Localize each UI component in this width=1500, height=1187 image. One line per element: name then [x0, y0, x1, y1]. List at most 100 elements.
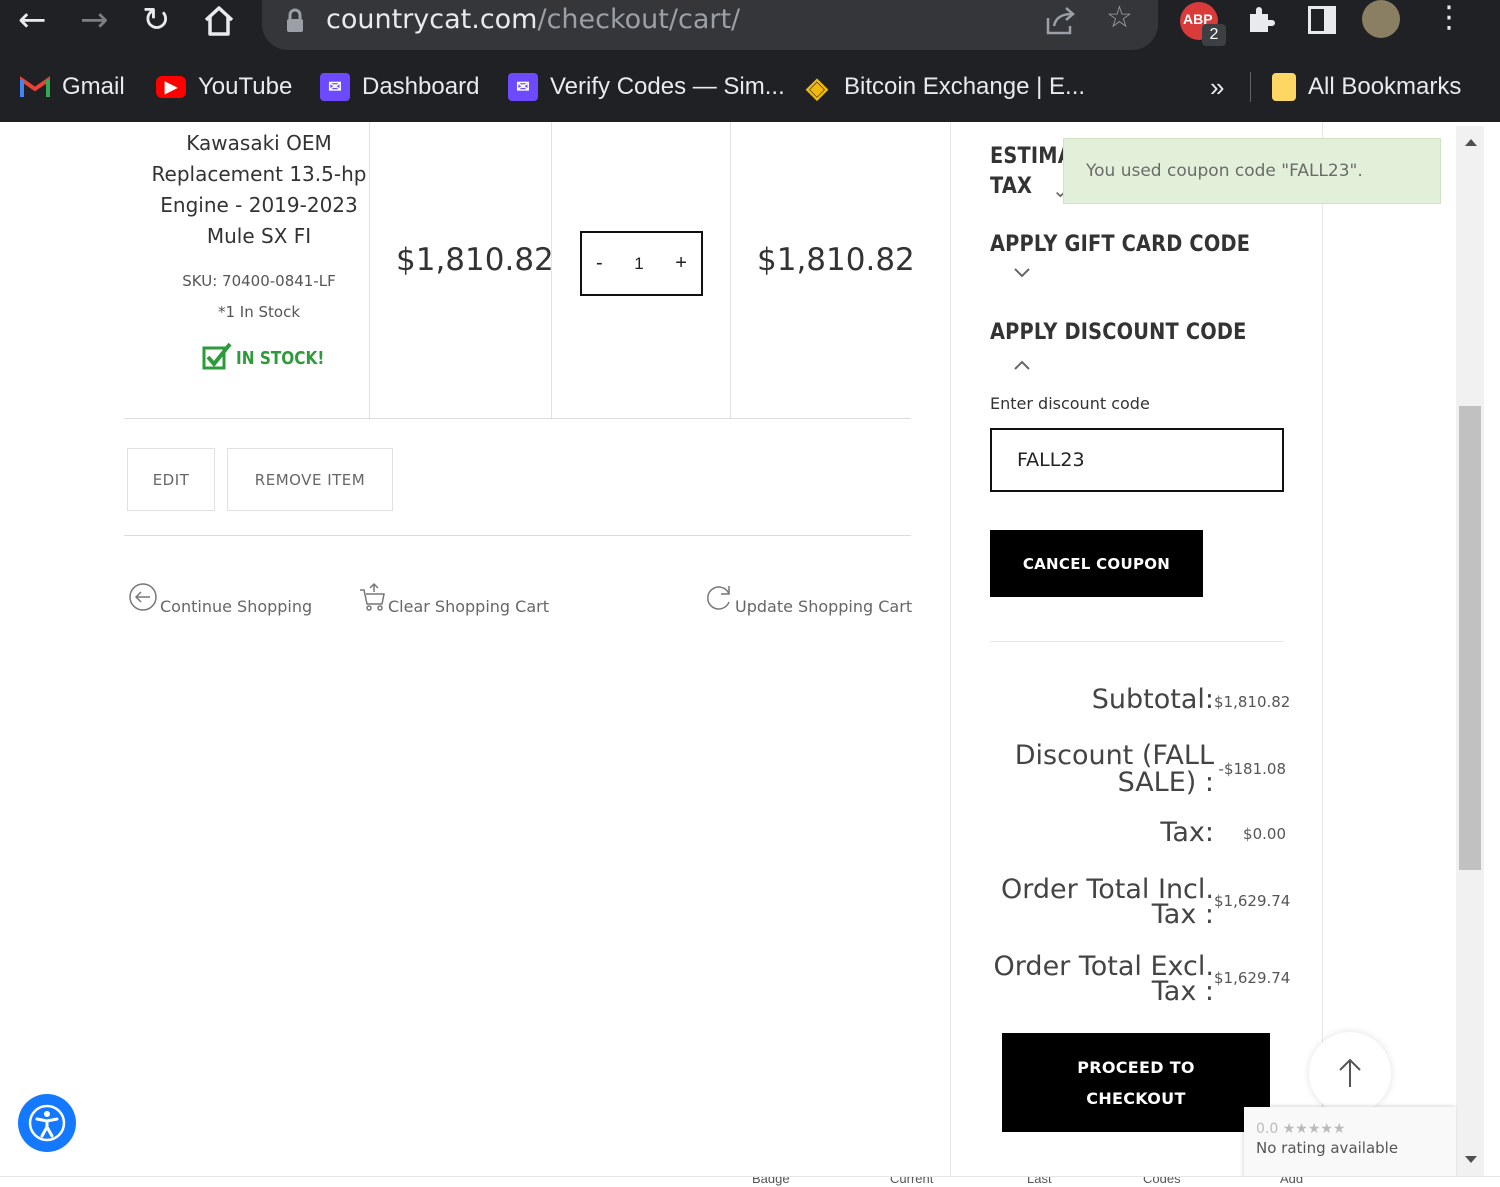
footer-fragment: Add	[1280, 1176, 1304, 1186]
bookmark-star-icon[interactable]: ☆	[1106, 0, 1133, 38]
in-stock-text: IN STOCK!	[236, 348, 325, 369]
checkout-label-line1: PROCEED TO	[1077, 1057, 1195, 1077]
scroll-to-top-button[interactable]	[1309, 1032, 1391, 1114]
order-total-excl-label-2: Tax :	[1151, 976, 1214, 1007]
footer-fragment: Codes	[1143, 1176, 1181, 1186]
folder-icon	[1272, 73, 1296, 101]
rating-stars: 0.0 ★★★★★	[1256, 1121, 1346, 1137]
qty-increase-button[interactable]: +	[675, 252, 687, 275]
tax-value: $0.00	[1243, 825, 1286, 843]
bookmark-label: Verify Codes — Sim...	[550, 73, 785, 100]
back-arrow-icon[interactable]: ←	[18, 0, 47, 40]
scroll-down-arrow-icon[interactable]	[1464, 1152, 1478, 1170]
rating-widget: 0.0 ★★★★★ No rating available	[1244, 1107, 1456, 1179]
edit-button[interactable]: EDIT	[127, 448, 215, 511]
continue-shopping-link[interactable]: Continue Shopping	[128, 582, 312, 616]
row-divider	[124, 418, 911, 419]
more-menu-icon[interactable]: ⋮	[1434, 0, 1464, 38]
subtotal-value: $1,810.82	[1214, 693, 1291, 711]
scrollbar-thumb[interactable]	[1459, 406, 1481, 870]
column-divider	[730, 122, 731, 419]
checkbox-check-icon	[202, 342, 232, 375]
checkout-label-line2: CHECKOUT	[1086, 1088, 1186, 1108]
accessibility-icon[interactable]	[18, 1094, 76, 1152]
sidebar-left-border	[950, 122, 951, 1176]
tax-label: Tax:	[1160, 817, 1214, 848]
bookmark-label: YouTube	[198, 73, 293, 100]
cancel-coupon-button[interactable]: CANCEL COUPON	[990, 530, 1203, 597]
extensions-puzzle-icon[interactable]	[1244, 4, 1276, 41]
extension-badge: 2	[1202, 24, 1226, 46]
side-panel-icon[interactable]	[1308, 6, 1336, 34]
footer-fragment: Current	[890, 1176, 934, 1186]
coupon-success-message: You used coupon code "FALL23".	[1063, 138, 1441, 204]
order-total-incl-label-2: Tax :	[1151, 899, 1214, 930]
order-total-excl-value: $1,629.74	[1214, 969, 1291, 987]
proceed-to-checkout-button[interactable]: PROCEED TO CHECKOUT	[1002, 1033, 1270, 1132]
bookmark-gmail[interactable]: Gmail	[20, 66, 125, 108]
home-icon[interactable]	[202, 4, 236, 43]
proton-icon: ✉	[508, 73, 538, 101]
bookmark-label: Dashboard	[362, 73, 480, 100]
all-bookmarks-label: All Bookmarks	[1308, 73, 1462, 100]
discount-field-label: Enter discount code	[990, 394, 1150, 413]
estimate-tax-heading[interactable]: ESTIMA	[990, 144, 1073, 169]
bookmark-verify-codes[interactable]: ✉ Verify Codes — Sim...	[508, 66, 785, 108]
bookmark-dashboard[interactable]: ✉ Dashboard	[320, 66, 479, 108]
chevron-down-icon[interactable]	[1012, 266, 1032, 285]
bookmark-bitcoin-exchange[interactable]: ◈ Bitcoin Exchange | E...	[802, 66, 1085, 108]
binance-icon: ◈	[806, 71, 828, 103]
bookmarks-overflow-button[interactable]: »	[1210, 66, 1224, 108]
update-cart-link[interactable]: Update Shopping Cart	[705, 582, 912, 616]
continue-shopping-label: Continue Shopping	[160, 597, 313, 616]
remove-item-button[interactable]: REMOVE ITEM	[227, 448, 393, 511]
discount-label: Discount (FALL	[1014, 740, 1214, 771]
discount-heading[interactable]: APPLY DISCOUNT CODE	[990, 320, 1247, 345]
forward-arrow-icon[interactable]: →	[80, 0, 109, 40]
youtube-icon: ▶	[156, 76, 186, 98]
item-price: $1,810.82	[396, 242, 554, 278]
in-stock-badge: IN STOCK!	[202, 342, 340, 375]
chevron-up-icon[interactable]	[1012, 358, 1032, 377]
bookmark-label: Bitcoin Exchange | E...	[844, 73, 1086, 100]
bookmarks-divider	[1250, 72, 1251, 102]
discount-label-2: SALE) :	[1117, 767, 1214, 798]
refresh-icon	[705, 582, 733, 616]
clear-cart-link[interactable]: Clear Shopping Cart	[358, 582, 549, 616]
url-text[interactable]: countrycat.com/checkout/cart/	[326, 4, 740, 35]
discount-value: -$181.08	[1218, 760, 1286, 778]
subtotal-label: Subtotal:	[1091, 684, 1214, 715]
quantity-stepper[interactable]: - 1 +	[580, 231, 703, 296]
footer-fragment: Badge	[752, 1176, 790, 1186]
bookmark-label: Gmail	[62, 73, 125, 100]
totals-divider	[990, 641, 1284, 642]
actions-divider	[124, 535, 911, 536]
reload-icon[interactable]: ↻	[142, 0, 171, 40]
circle-arrow-left-icon	[128, 582, 158, 616]
order-total-incl-value: $1,629.74	[1214, 892, 1291, 910]
footer-strip: Badge Current Last Codes Add	[0, 1176, 1500, 1187]
update-cart-label: Update Shopping Cart	[735, 597, 913, 616]
discount-code-input[interactable]: FALL23	[990, 428, 1284, 492]
item-subtotal: $1,810.82	[757, 242, 915, 278]
qty-input[interactable]: 1	[634, 254, 643, 274]
qty-decrease-button[interactable]: -	[596, 252, 603, 275]
sidebar-right-border	[1322, 122, 1323, 1176]
gmail-icon	[20, 73, 50, 101]
estimate-tax-heading-2[interactable]: TAX	[990, 174, 1032, 199]
share-icon[interactable]	[1044, 6, 1078, 41]
bookmark-youtube[interactable]: ▶ YouTube	[156, 66, 292, 108]
gift-card-heading[interactable]: APPLY GIFT CARD CODE	[990, 232, 1250, 257]
clear-cart-label: Clear Shopping Cart	[388, 597, 549, 616]
product-name-link[interactable]: Kawasaki OEM Replacement 13.5-hp Engine …	[150, 128, 368, 252]
cart-icon	[358, 582, 386, 616]
proton-icon: ✉	[320, 73, 350, 101]
stock-note: *1 In Stock	[217, 303, 301, 321]
column-divider	[369, 122, 370, 419]
product-sku: SKU: 70400-0841-LF	[182, 272, 336, 290]
profile-avatar[interactable]	[1362, 0, 1400, 38]
all-bookmarks-button[interactable]: All Bookmarks	[1272, 66, 1461, 108]
footer-fragment: Last	[1027, 1176, 1052, 1186]
scroll-up-arrow-icon[interactable]	[1464, 134, 1478, 152]
lock-icon[interactable]	[285, 8, 305, 39]
